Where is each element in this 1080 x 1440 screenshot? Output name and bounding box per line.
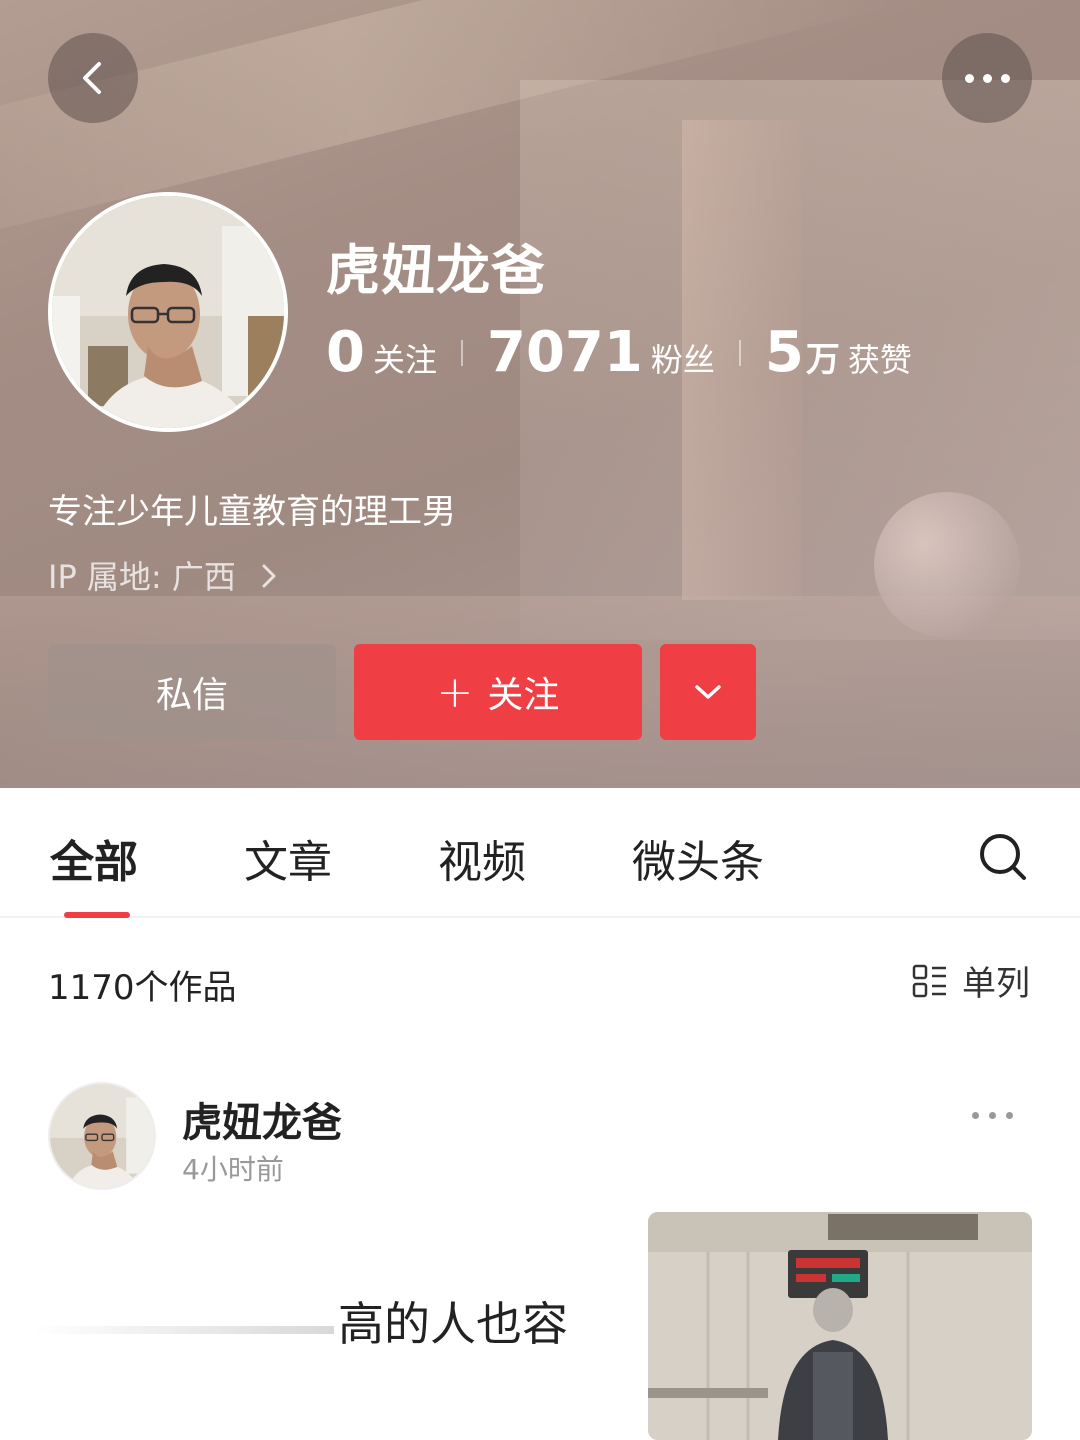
stat-divider xyxy=(460,339,463,366)
follow-button-label: 关注 xyxy=(487,675,560,716)
likes-count: 5 xyxy=(764,320,804,385)
likes-label: 获赞 xyxy=(847,341,912,379)
profile-stats: 0 关注 7071 粉丝 5 万 获赞 xyxy=(326,320,912,385)
ip-location-link[interactable]: IP 属地: 广西 xyxy=(48,552,280,598)
chevron-right-icon xyxy=(262,564,276,588)
search-icon[interactable] xyxy=(978,832,1028,882)
post-thumbnail[interactable] xyxy=(648,1212,1032,1440)
list-view-icon xyxy=(912,964,946,997)
active-tab-indicator xyxy=(64,912,130,918)
likes-unit: 万 xyxy=(805,340,840,380)
followers-label[interactable]: 粉丝 xyxy=(651,335,715,381)
post-author-name[interactable]: 虎妞龙爸 xyxy=(182,1090,342,1148)
profile-username: 虎妞龙爸 xyxy=(326,239,546,302)
follow-dropdown-button[interactable] xyxy=(660,644,756,740)
view-mode-toggle[interactable]: 单列 xyxy=(912,956,1030,1005)
back-arrow-icon xyxy=(83,62,101,94)
followers-count[interactable]: 7071 xyxy=(487,320,643,385)
avatar-image xyxy=(50,1084,154,1188)
post-text[interactable]: 高的人也容 xyxy=(338,1288,568,1354)
following-label[interactable]: 关注 xyxy=(373,335,437,381)
post-more-button[interactable] xyxy=(972,1112,1013,1119)
tab-micro-posts[interactable]: 微头条 xyxy=(632,826,764,890)
post-author-avatar[interactable] xyxy=(48,1082,156,1190)
back-button[interactable] xyxy=(48,33,138,123)
tab-videos[interactable]: 视频 xyxy=(438,826,526,890)
content-tabs: 全部 文章 视频 微头条 xyxy=(0,788,1080,918)
follow-button[interactable]: + 关注 xyxy=(354,644,642,740)
post-text-faded xyxy=(34,1326,334,1334)
plus-icon: + xyxy=(436,666,474,718)
message-button[interactable]: 私信 xyxy=(48,644,336,740)
view-mode-label: 单列 xyxy=(962,964,1030,1004)
tab-all[interactable]: 全部 xyxy=(50,826,138,890)
ip-location-text: IP 属地: 广西 xyxy=(48,558,236,596)
avatar-image xyxy=(52,196,284,428)
thumbnail-image xyxy=(648,1212,1032,1440)
more-button[interactable] xyxy=(942,33,1032,123)
profile-bio: 专注少年儿童教育的理工男 xyxy=(48,492,456,532)
following-count[interactable]: 0 xyxy=(326,320,365,385)
chevron-down-icon xyxy=(695,685,721,699)
post-timestamp: 4小时前 xyxy=(182,1153,284,1186)
works-count: 1170个作品 xyxy=(48,968,237,1008)
avatar[interactable] xyxy=(48,192,288,432)
more-dots-icon xyxy=(972,1112,979,1119)
more-dots-icon xyxy=(964,73,1010,83)
background-sphere xyxy=(874,492,1020,638)
profile-header: 虎妞龙爸 0 关注 7071 粉丝 5 万 获赞 专注少年儿童教育的理工男 IP… xyxy=(0,0,1080,788)
tab-articles[interactable]: 文章 xyxy=(244,826,332,890)
stat-divider xyxy=(738,339,741,366)
